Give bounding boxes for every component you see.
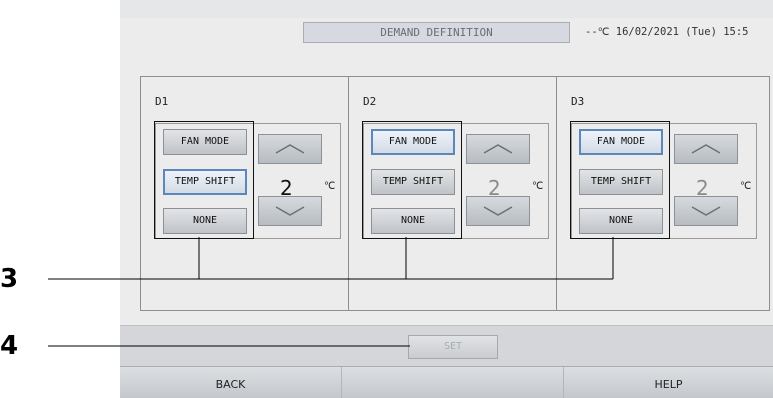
callout-lines — [48, 237, 614, 347]
callout-3: 3 — [0, 264, 19, 294]
callout-4: 4 — [0, 331, 19, 361]
